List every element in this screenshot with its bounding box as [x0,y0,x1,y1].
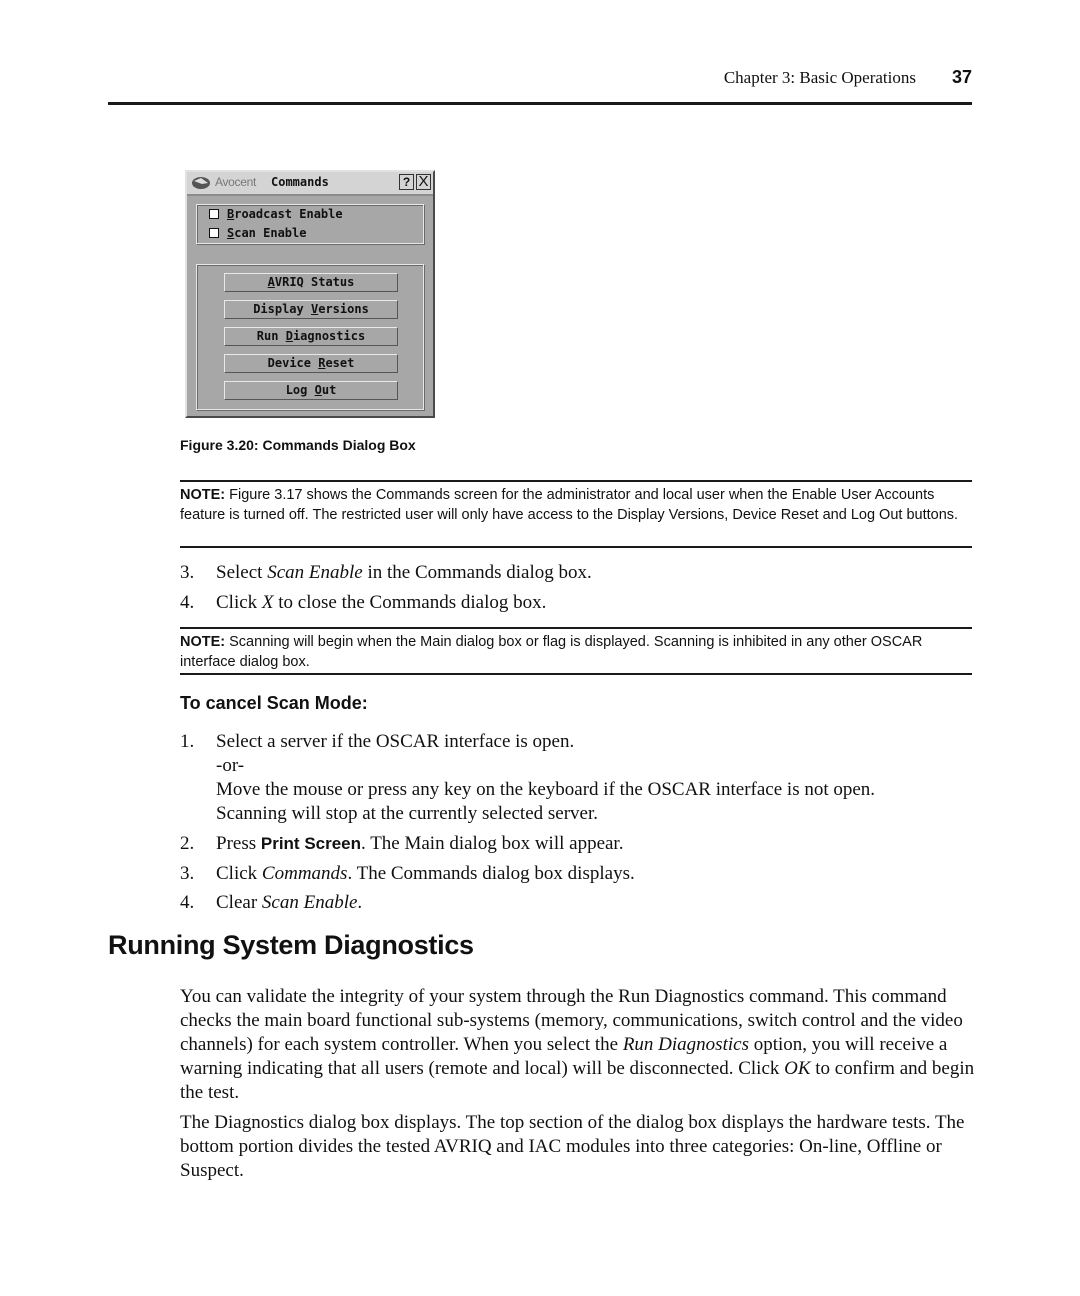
avocent-logo-icon [192,177,210,189]
checkbox-box[interactable] [209,209,219,219]
body-paragraph: The Diagnostics dialog box displays. The… [180,1112,965,1181]
scan-enable-checkbox[interactable]: Scan Enable [209,226,306,240]
figure-caption: Figure 3.20: Commands Dialog Box [180,437,416,453]
dialog-brand: Avocent [215,175,257,189]
list-item: 3. Select Scan Enable in the Commands dia… [180,562,592,583]
help-button[interactable]: ? [399,174,414,190]
list-item: 4. Clear Scan Enable. [180,892,363,913]
dialog-title-bar: Avocent Commands ? X [187,172,433,196]
device-reset-button[interactable]: Device Reset [224,354,398,373]
list-item: 4. Click X to close the Commands dialog b… [180,592,547,613]
list-item: 1. Select a server if the OSCAR interface… [180,731,575,752]
section-heading: Running System Diagnostics [108,930,474,960]
list-item-continuation: Scanning will stop at the currently sele… [216,803,598,824]
commands-dialog: Avocent Commands ? X Broadcast Enable Sc… [185,170,435,418]
note-label: NOTE: [180,634,226,650]
note-box: NOTE: Figure 3.17 shows the Commands scr… [180,480,972,548]
procedure-heading: To cancel Scan Mode: [180,693,368,713]
note-label: NOTE: [180,487,226,503]
list-item: 3. Click Commands. The Commands dialog bo… [180,863,635,884]
note-text: Figure 3.17 shows the Commands screen fo… [180,487,959,523]
note-box: NOTE: Scanning will begin when the Main … [180,627,972,675]
note-text: Scanning will begin when the Main dialog… [180,634,923,670]
run-diagnostics-button[interactable]: Run Diagnostics [224,327,398,346]
checkbox-box[interactable] [209,228,219,238]
list-item: 2. Press Print Screen. The Main dialog bo… [180,833,624,854]
body-paragraph: You can validate the integrity of your s… [180,986,975,1103]
list-item-continuation: Move the mouse or press any key on the k… [216,779,876,800]
broadcast-enable-checkbox[interactable]: Broadcast Enable [209,207,343,221]
display-versions-button[interactable]: Display Versions [224,300,398,319]
list-item-or: -or- [216,755,245,776]
page-number: 37 [951,67,972,87]
running-header: Chapter 3: Basic Operations 37 [108,66,972,105]
close-button[interactable]: X [416,174,431,190]
commands-group: AVRIQ Status Display Versions Run Diagno… [196,264,424,410]
log-out-button[interactable]: Log Out [224,381,398,400]
avriq-status-button[interactable]: AVRIQ Status [224,273,398,292]
chapter-title: Chapter 3: Basic Operations [723,68,916,87]
dialog-title: Commands [271,175,329,189]
options-group: Broadcast Enable Scan Enable [196,204,424,244]
